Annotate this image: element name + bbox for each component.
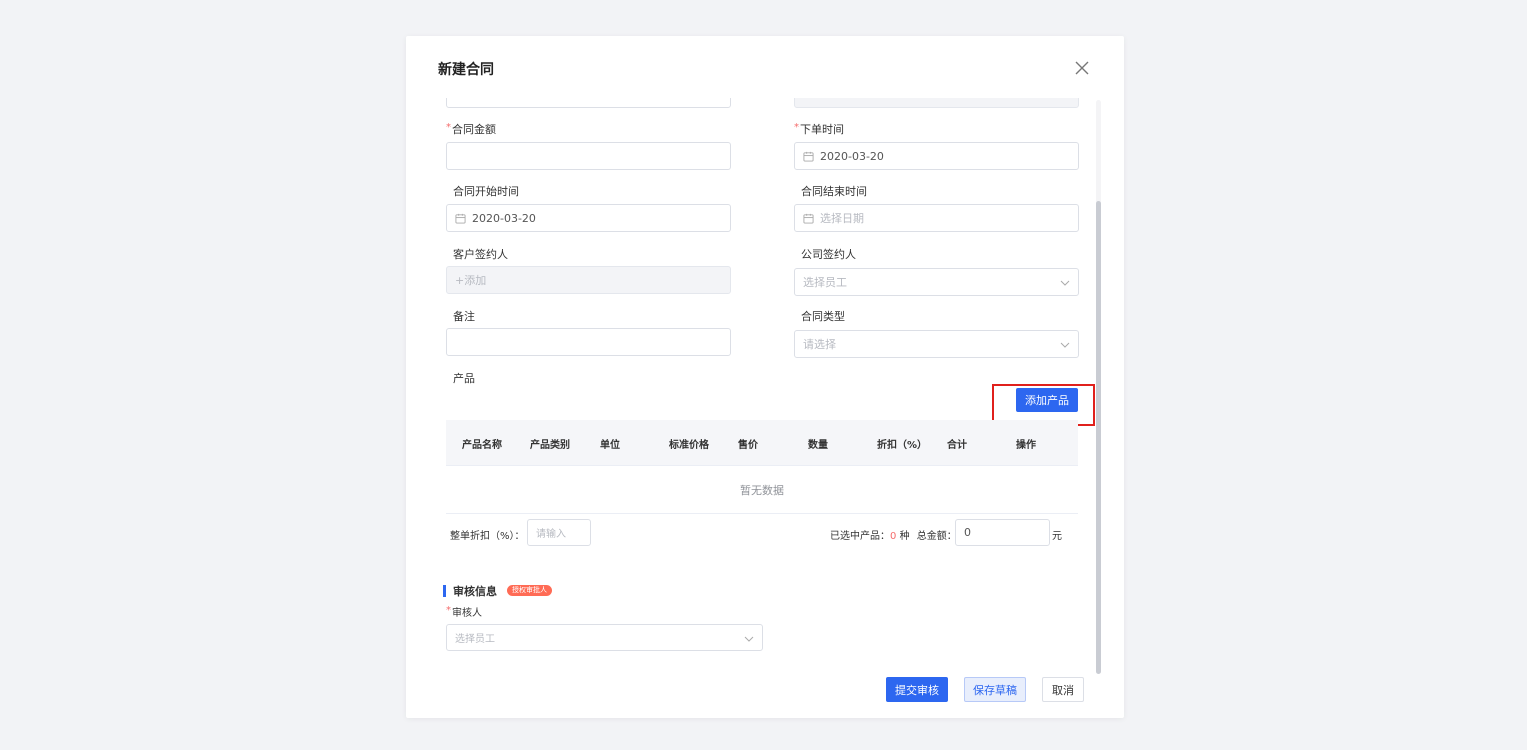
total-amount-input[interactable]: 0 — [955, 519, 1050, 546]
remark-label: 备注 — [453, 310, 475, 323]
column-header: 产品名称 — [462, 440, 502, 451]
review-section-title: 审核信息 — [453, 585, 497, 598]
reviewer-label: *审核人 — [446, 605, 482, 619]
column-header: 合计 — [947, 440, 967, 451]
chevron-down-icon — [744, 636, 754, 642]
scrollbar-thumb[interactable] — [1096, 201, 1101, 674]
calendar-icon — [455, 213, 466, 224]
calendar-icon — [803, 213, 814, 224]
remark-input[interactable] — [446, 328, 731, 356]
customer-signer-label: 客户签约人 — [453, 248, 508, 261]
contract-type-select[interactable]: 请选择 — [794, 330, 1079, 358]
chevron-down-icon — [1060, 342, 1070, 348]
product-table-header: 产品名称 产品类别 单位 标准价格 售价 数量 折扣（%） 合计 操作 — [446, 420, 1078, 466]
cut-off-input-left[interactable] — [446, 98, 731, 108]
column-header: 数量 — [808, 440, 828, 451]
start-time-picker[interactable]: 2020-03-20 — [446, 204, 731, 232]
contract-amount-label: *合同金额 — [446, 122, 496, 136]
table-empty-row: 暂无数据 — [446, 466, 1078, 514]
selected-products-summary: 已选中产品：0 种 总金额： — [830, 531, 957, 542]
column-header: 标准价格 — [669, 440, 709, 451]
cancel-button[interactable]: 取消 — [1042, 677, 1084, 702]
end-time-picker[interactable]: 选择日期 — [794, 204, 1079, 232]
new-contract-dialog: 新建合同 *合同金额 *下单时间 2020-03-20 合同开始时间 2020-… — [406, 36, 1124, 718]
chevron-down-icon — [1060, 280, 1070, 286]
calendar-icon — [803, 151, 814, 162]
column-header: 操作 — [1016, 440, 1036, 451]
column-header: 售价 — [738, 440, 758, 451]
discount-label: 整单折扣（%）： — [450, 531, 525, 542]
approver-badge: 授权审批人 — [507, 585, 552, 596]
order-time-picker[interactable]: 2020-03-20 — [794, 142, 1079, 170]
dialog-title: 新建合同 — [438, 62, 494, 78]
column-header: 单位 — [600, 440, 620, 451]
discount-input[interactable]: 请输入 — [527, 519, 591, 546]
section-accent-bar — [443, 585, 446, 597]
submit-review-button[interactable]: 提交审核 — [886, 677, 948, 702]
cut-off-input-right[interactable] — [794, 98, 1079, 108]
close-icon[interactable] — [1074, 60, 1090, 76]
product-label: 产品 — [453, 372, 475, 385]
column-header: 折扣（%） — [877, 440, 928, 451]
order-time-label: *下单时间 — [794, 122, 844, 136]
contract-type-label: 合同类型 — [801, 310, 845, 323]
add-product-button[interactable]: 添加产品 — [1016, 388, 1078, 412]
end-time-label: 合同结束时间 — [801, 185, 867, 198]
customer-signer-input[interactable]: +添加 — [446, 266, 731, 294]
save-draft-button[interactable]: 保存草稿 — [964, 677, 1026, 702]
start-time-label: 合同开始时间 — [453, 185, 519, 198]
company-signer-label: 公司签约人 — [801, 248, 856, 261]
currency-label: 元 — [1052, 531, 1062, 542]
contract-amount-input[interactable] — [446, 142, 731, 170]
reviewer-select[interactable]: 选择员工 — [446, 624, 763, 651]
company-signer-select[interactable]: 选择员工 — [794, 268, 1079, 296]
column-header: 产品类别 — [530, 440, 570, 451]
page-edge — [1527, 0, 1535, 750]
